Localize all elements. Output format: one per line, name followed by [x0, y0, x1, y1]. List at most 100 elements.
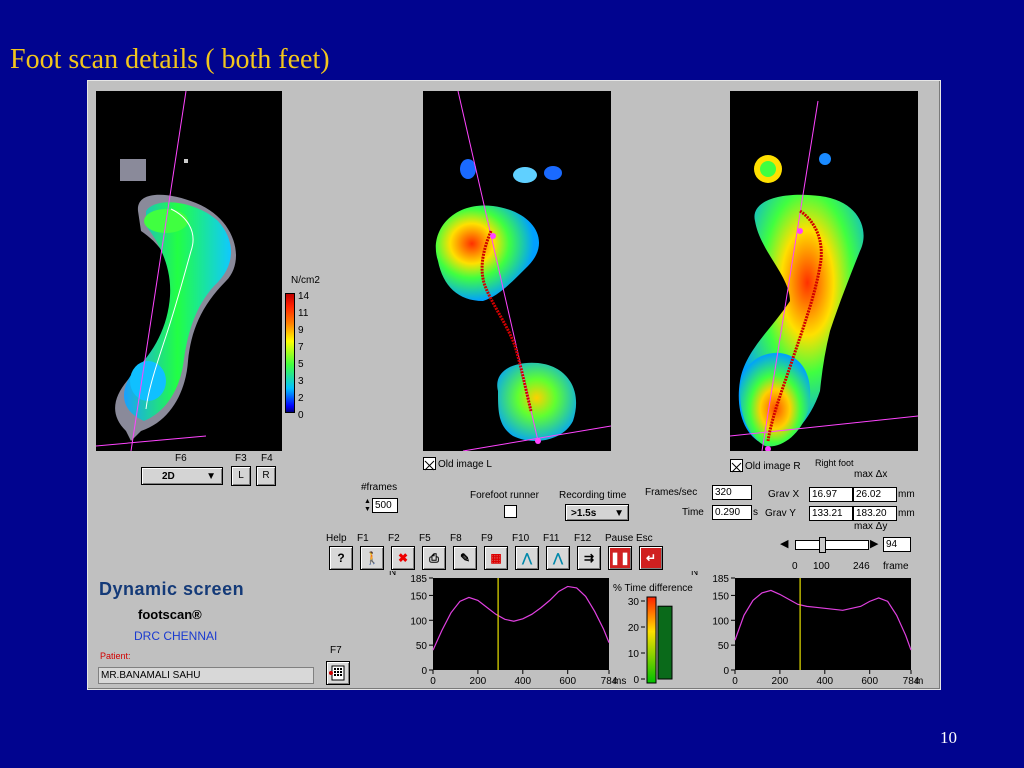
scan-2d-image — [95, 90, 236, 452]
grav-x-value: 16.97 — [809, 487, 853, 502]
plot-area — [433, 578, 609, 670]
patient-label: Patient: — [100, 651, 131, 661]
toolbar-button-f10[interactable]: ⋀ — [515, 546, 539, 570]
x-tick-label: 200 — [470, 676, 487, 687]
export-icon: ⇉ — [583, 551, 595, 565]
colorbar-tick: 9 — [298, 325, 304, 336]
frame-slider-thumb[interactable] — [818, 537, 826, 553]
right-foot-button[interactable]: R — [256, 466, 276, 486]
colorbar-tick: 0 — [298, 410, 304, 421]
y-tick-label: 50 — [416, 641, 428, 652]
frames-input[interactable]: 500 — [372, 498, 398, 513]
pressure-colorbar — [285, 293, 295, 413]
scan-right-foot-view[interactable] — [729, 91, 919, 452]
recording-time-dropdown[interactable]: >1.5s ▼ — [565, 504, 629, 521]
color-scale — [646, 596, 657, 684]
y-tick-label: 20 — [628, 623, 640, 634]
colorbar-tick: 2 — [298, 393, 304, 404]
old-image-r-checkbox[interactable] — [730, 459, 743, 473]
y-tick-label: 0 — [421, 666, 427, 677]
x-tick-label: 400 — [816, 676, 833, 687]
chevron-down-icon: ▼ — [206, 471, 216, 482]
x-tick-label: 600 — [861, 676, 878, 687]
chevron-down-icon: ▼ — [614, 508, 624, 519]
graph-compare-icon: ⋀ — [553, 551, 563, 565]
frames-spinner[interactable]: ▲ ▼ — [364, 498, 372, 515]
product-name: footscan® — [138, 607, 202, 622]
toolbar-button-f8[interactable]: ✎ — [453, 546, 477, 570]
x-axis-label: m — [915, 676, 923, 687]
forefoot-runner-label: Forefoot runner — [470, 490, 539, 501]
toolbar-button-f9[interactable]: ▦ — [484, 546, 508, 570]
time-unit: s — [753, 507, 758, 518]
y-tick-label: 0 — [723, 666, 729, 677]
plot-area — [735, 578, 911, 670]
slide-title: Foot scan details ( both feet) — [10, 44, 330, 75]
colorbar-tick: 5 — [298, 359, 304, 370]
fps-value: 320 — [712, 485, 752, 500]
toolbar-button-esc[interactable]: ↵ — [639, 546, 663, 570]
max-dy-label: max Δy — [854, 521, 888, 532]
x-tick-label: 600 — [559, 676, 576, 687]
slider-left-arrow[interactable]: ◀ — [780, 537, 788, 550]
patient-name-field[interactable]: MR.BANAMALI SAHU — [98, 667, 314, 684]
grav-y-label: Grav Y — [765, 508, 796, 519]
x-tick-label: 400 — [514, 676, 531, 687]
toolbar-button-f11[interactable]: ⋀ — [546, 546, 570, 570]
right-foot-label: Right foot — [815, 458, 854, 468]
keypad-icon — [329, 665, 345, 681]
slider-right-arrow[interactable]: ▶ — [870, 537, 878, 550]
toolbar-button-f12[interactable]: ⇉ — [577, 546, 601, 570]
old-image-l-checkbox[interactable] — [423, 457, 436, 471]
frame-slider-track[interactable] — [795, 540, 869, 550]
recording-time-value: >1.5s — [571, 508, 597, 519]
toolbar-label: Help — [326, 533, 347, 544]
grav-x-unit: mm — [898, 489, 915, 500]
toolbar-button-pause[interactable]: ❚❚ — [608, 546, 632, 570]
recording-time-label: Recording time — [559, 490, 627, 501]
view-mode-value: 2D — [162, 471, 175, 482]
pause-icon: ❚❚ — [609, 551, 631, 565]
f7-button[interactable] — [326, 661, 350, 685]
colorbar-tick: 14 — [298, 291, 310, 302]
y-tick-label: 150 — [410, 591, 427, 602]
toolbar-button-f2[interactable]: ✖ — [391, 546, 415, 570]
y-tick-label: 10 — [628, 649, 640, 660]
footscan-window: N/cm2 14 11 9 7 5 3 2 0 Old image L Old … — [87, 80, 941, 690]
toolbar-button-help[interactable]: ? — [329, 546, 353, 570]
frames-label: #frames — [361, 482, 398, 493]
f4-label: F4 — [261, 453, 273, 464]
f6-label: F6 — [175, 453, 187, 464]
y-tick-label: 0 — [633, 675, 639, 686]
toolbar-label: F10 — [512, 533, 530, 544]
toolbar-label: F9 — [481, 533, 493, 544]
printer-icon: ⎙ — [429, 551, 439, 565]
f3-label: F3 — [235, 453, 247, 464]
page-number: 10 — [940, 728, 957, 747]
toolbar-label: F5 — [419, 533, 431, 544]
edit-icon: ✎ — [459, 551, 471, 565]
back-icon: ↵ — [645, 551, 657, 565]
scan-left-foot-view[interactable] — [423, 90, 612, 452]
forefoot-runner-checkbox[interactable] — [504, 505, 517, 518]
toolbar-label: Esc — [636, 533, 653, 544]
scan-2d-view[interactable] — [95, 90, 282, 452]
delete-icon: ✖ — [397, 551, 409, 565]
max-dx-value: 26.02 — [853, 487, 897, 502]
toolbar-label: Pause — [605, 533, 634, 544]
toolbar-button-f1[interactable]: 🚶 — [360, 546, 384, 570]
y-tick-label: 150 — [712, 591, 729, 602]
left-foot-button[interactable]: L — [231, 466, 251, 486]
toolbar-label: F8 — [450, 533, 462, 544]
y-axis-label: N — [389, 571, 396, 578]
y-tick-label: 100 — [410, 616, 427, 627]
grav-x-label: Grav X — [768, 489, 800, 500]
time-label: Time — [682, 507, 704, 518]
toolbar-label: F2 — [388, 533, 400, 544]
toolbar-button-f5[interactable]: ⎙ — [422, 546, 446, 570]
y-tick-label: 100 — [712, 616, 729, 627]
time-value: 0.290 — [712, 505, 752, 520]
frame-value[interactable]: 94 — [883, 537, 911, 552]
max-dx-label: max Δx — [854, 469, 888, 480]
view-mode-dropdown[interactable]: 2D ▼ — [141, 467, 223, 485]
